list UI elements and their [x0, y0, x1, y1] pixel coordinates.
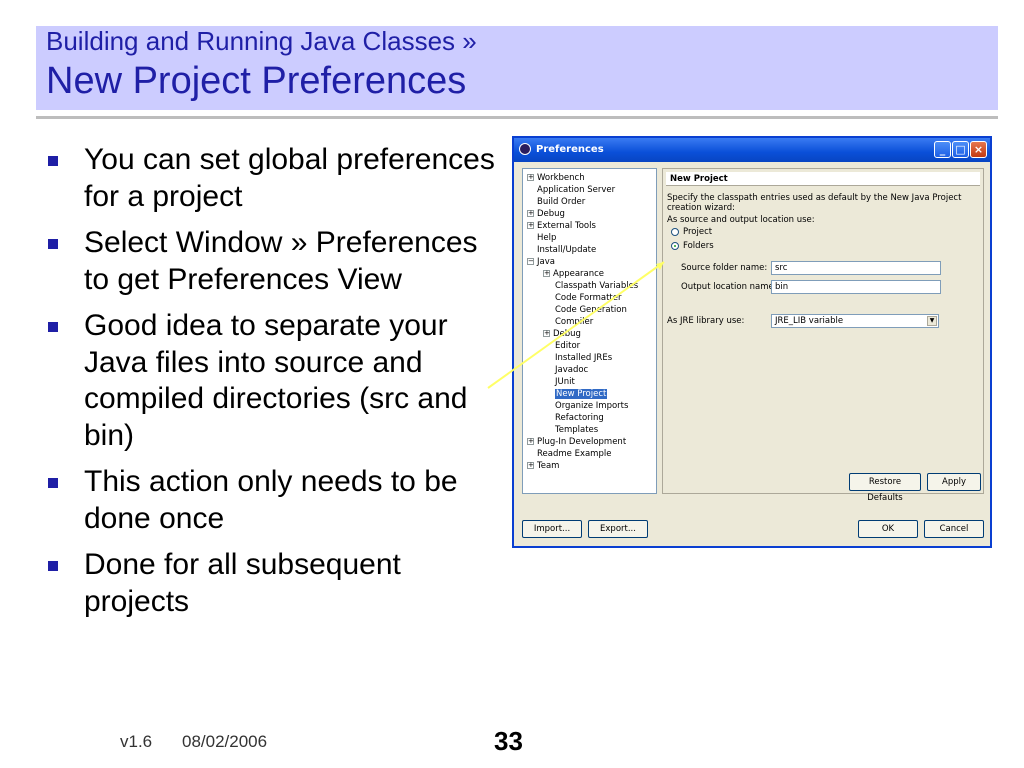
- title-divider: [36, 116, 998, 119]
- radio-folders[interactable]: Folders: [671, 241, 714, 251]
- tree-item-external-tools[interactable]: + External Tools: [527, 221, 596, 232]
- tree-item-help[interactable]: Help: [537, 233, 556, 244]
- dropdown-arrow-icon[interactable]: ▼: [927, 316, 937, 326]
- preferences-dialog: Preferences _ □ × + Workbench Application…: [512, 136, 992, 548]
- location-label: As source and output location use:: [667, 215, 815, 225]
- eclipse-icon: [519, 143, 531, 155]
- bullet-item: Good idea to separate your Java files in…: [48, 308, 508, 454]
- jre-library-select[interactable]: JRE_LIB variable ▼: [771, 314, 939, 328]
- tree-item-compiler[interactable]: Compiler: [555, 317, 593, 328]
- export-button[interactable]: Export...: [588, 520, 648, 538]
- square-bullet-icon: [48, 322, 58, 332]
- expand-icon[interactable]: +: [527, 222, 534, 229]
- page-number: 33: [494, 726, 523, 756]
- bullet-item: This action only needs to be done once: [48, 464, 508, 537]
- square-bullet-icon: [48, 239, 58, 249]
- tree-item-classpath-variables[interactable]: Classpath Variables: [555, 281, 638, 292]
- tree-item-readme-example[interactable]: Readme Example: [537, 449, 611, 460]
- tree-item-debug[interactable]: + Debug: [527, 209, 565, 220]
- tree-item-junit[interactable]: JUnit: [555, 377, 575, 388]
- ok-button[interactable]: OK: [858, 520, 918, 538]
- expand-icon[interactable]: +: [527, 174, 534, 181]
- maximize-icon[interactable]: □: [952, 141, 969, 158]
- restore-defaults-button[interactable]: Restore Defaults: [849, 473, 921, 503]
- square-bullet-icon: [48, 156, 58, 166]
- square-bullet-icon: [48, 561, 58, 571]
- close-icon[interactable]: ×: [970, 141, 987, 158]
- collapse-icon[interactable]: −: [527, 258, 534, 265]
- tree-item-plugin-development[interactable]: + Plug-In Development: [527, 437, 626, 448]
- tree-item-install-update[interactable]: Install/Update: [537, 245, 596, 256]
- tree-item-code-generation[interactable]: Code Generation: [555, 305, 627, 316]
- expand-icon[interactable]: +: [527, 438, 534, 445]
- tree-item-new-project[interactable]: New Project: [555, 389, 608, 400]
- output-location-input[interactable]: bin: [771, 280, 941, 294]
- bullet-item: You can set global preferences for a pro…: [48, 142, 508, 215]
- expand-icon[interactable]: +: [543, 270, 550, 277]
- slide-title: New Project Preferences: [46, 60, 467, 102]
- source-folder-input[interactable]: src: [771, 261, 941, 275]
- minimize-icon[interactable]: _: [934, 141, 951, 158]
- tree-item-organize-imports[interactable]: Organize Imports: [555, 401, 628, 412]
- apply-button[interactable]: Apply: [927, 473, 981, 491]
- new-project-pane: New Project Specify the classpath entrie…: [662, 168, 984, 503]
- slide-title-band: Building and Running Java Classes » New …: [36, 26, 998, 110]
- bullet-item: Select Window » Preferences to get Prefe…: [48, 225, 508, 298]
- radio-button-selected-icon[interactable]: [671, 241, 679, 250]
- tree-item-appearance[interactable]: + Appearance: [543, 269, 604, 280]
- cancel-button[interactable]: Cancel: [924, 520, 984, 538]
- tree-item-installed-jres[interactable]: Installed JREs: [555, 353, 612, 364]
- square-bullet-icon: [48, 478, 58, 488]
- expand-icon[interactable]: +: [543, 330, 550, 337]
- bullet-list: You can set global preferences for a pro…: [48, 142, 508, 630]
- footer-date: 08/02/2006: [182, 732, 268, 751]
- tree-item-templates[interactable]: Templates: [555, 425, 598, 436]
- radio-project[interactable]: Project: [671, 227, 712, 237]
- slide-subtitle: Building and Running Java Classes »: [46, 26, 477, 56]
- tree-item-team[interactable]: + Team: [527, 461, 559, 472]
- tree-item-build-order[interactable]: Build Order: [537, 197, 585, 208]
- tree-item-javadoc[interactable]: Javadoc: [555, 365, 588, 376]
- pane-description: Specify the classpath entries used as de…: [667, 193, 962, 213]
- tree-item-editor[interactable]: Editor: [555, 341, 580, 352]
- jre-library-label: As JRE library use:: [667, 316, 745, 326]
- tree-item-java[interactable]: − Java: [527, 257, 555, 268]
- source-folder-label: Source folder name:: [681, 263, 768, 273]
- expand-icon[interactable]: +: [527, 462, 534, 469]
- dialog-titlebar: Preferences _ □ ×: [514, 138, 990, 162]
- radio-button-icon[interactable]: [671, 227, 679, 236]
- output-location-label: Output location name:: [681, 282, 777, 292]
- dialog-title: Preferences: [536, 144, 604, 155]
- tree-item-code-formatter[interactable]: Code Formatter: [555, 293, 621, 304]
- import-button[interactable]: Import...: [522, 520, 582, 538]
- tree-item-application-server[interactable]: Application Server: [537, 185, 615, 196]
- preferences-tree[interactable]: + Workbench Application Server Build Orde…: [522, 168, 657, 494]
- tree-item-workbench[interactable]: + Workbench: [527, 173, 585, 184]
- expand-icon[interactable]: +: [527, 210, 534, 217]
- bullet-item: Done for all subsequent projects: [48, 547, 508, 620]
- footer-version: v1.6: [120, 732, 153, 751]
- pane-header: New Project: [666, 172, 980, 186]
- tree-item-java-debug[interactable]: + Debug: [543, 329, 581, 340]
- tree-item-refactoring[interactable]: Refactoring: [555, 413, 604, 424]
